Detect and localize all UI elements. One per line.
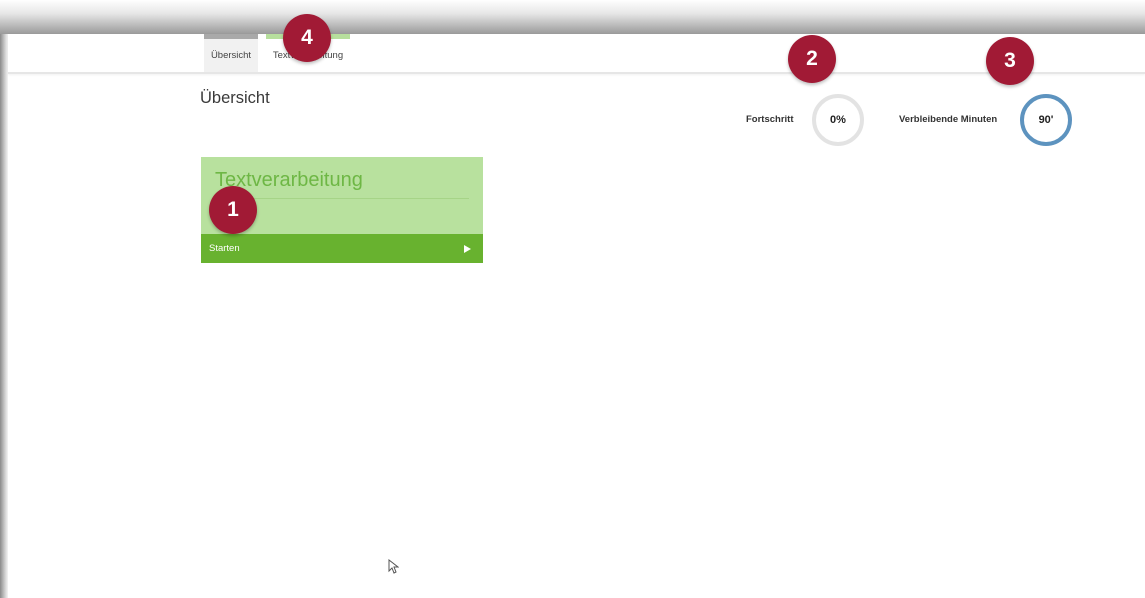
window-left-edge <box>0 34 8 598</box>
start-button-label: Starten <box>209 243 240 254</box>
play-icon <box>464 244 471 253</box>
callout-badge-2: 2 <box>788 35 836 83</box>
start-button[interactable]: Starten <box>201 234 483 263</box>
callout-badge-1: 1 <box>209 186 257 234</box>
progress-ring: 0% <box>812 94 864 146</box>
remaining-minutes-ring: 90' <box>1020 94 1072 146</box>
mouse-cursor-icon <box>388 559 399 574</box>
minutes-label: Verbleibende Minuten <box>899 114 998 125</box>
progress-label: Fortschritt <box>746 114 794 125</box>
page-title: Übersicht <box>200 89 270 107</box>
tab-bar: Übersicht Textverarbeitung <box>8 34 1145 74</box>
app-window: Übersicht Textverarbeitung Übersicht For… <box>8 34 1145 598</box>
callout-badge-3: 3 <box>986 37 1034 85</box>
window-shadow <box>0 0 1145 34</box>
callout-badge-4: 4 <box>283 14 331 62</box>
tab-overview[interactable]: Übersicht <box>204 34 258 72</box>
